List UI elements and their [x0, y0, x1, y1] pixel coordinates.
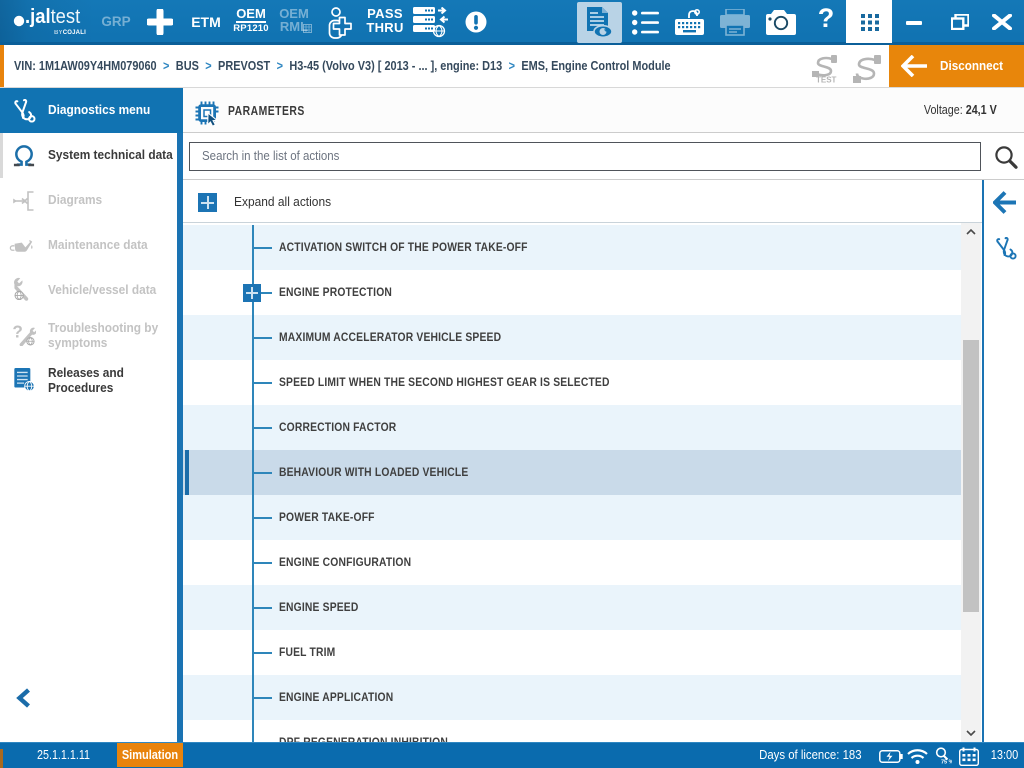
- svg-text:?: ?: [12, 322, 22, 341]
- svg-text:75 %: 75 %: [941, 760, 952, 766]
- svg-text:TEST: TEST: [816, 76, 837, 84]
